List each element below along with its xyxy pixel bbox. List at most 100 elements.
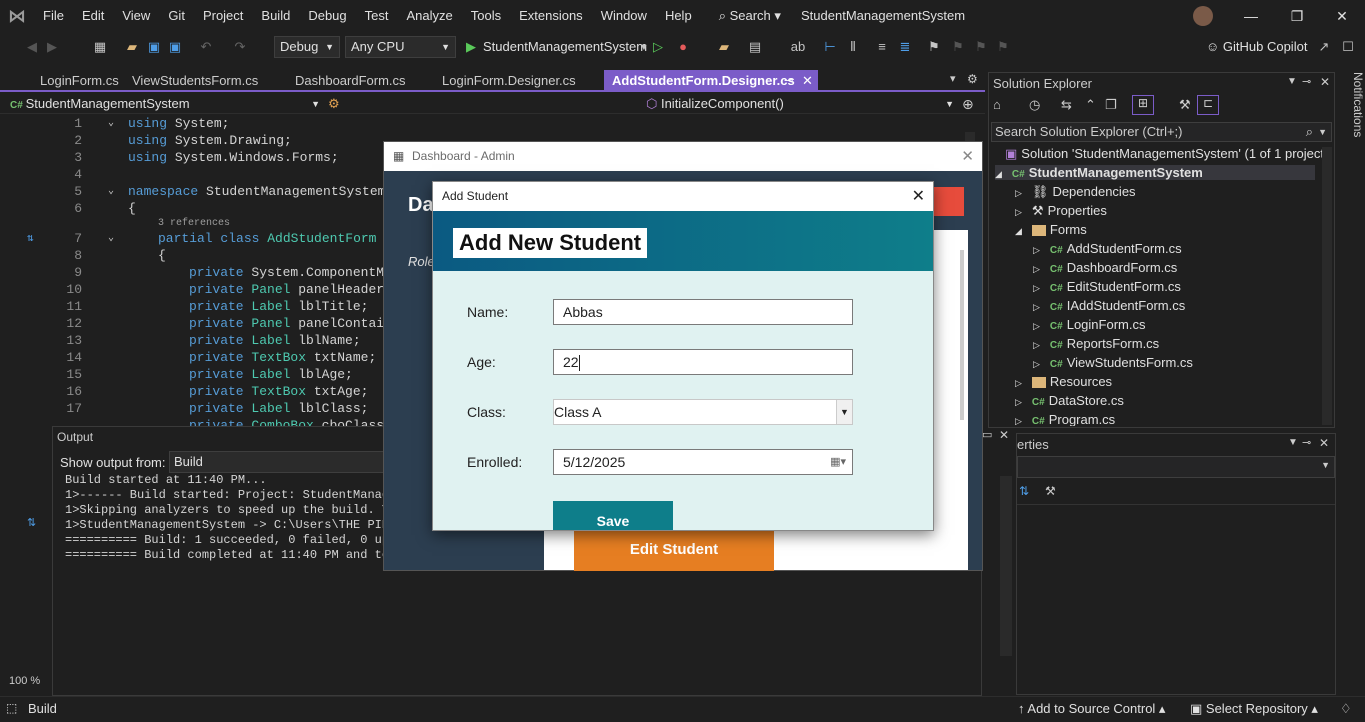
menu-analyze[interactable]: Analyze (397, 0, 461, 32)
zoom-level[interactable]: 100 % (9, 675, 40, 687)
configuration-select[interactable]: Debug ▼ (274, 36, 340, 58)
tree-file[interactable]: ▷ C# LoginForm.cs (1033, 317, 1145, 332)
menu-edit[interactable]: Edit (73, 0, 113, 32)
sort-icon[interactable]: ⇅ (1019, 484, 1029, 498)
redo-icon[interactable]: ↷ (232, 39, 248, 55)
close-icon[interactable]: ✕ (961, 142, 974, 171)
notifications-bell-icon[interactable]: ♢ (1340, 701, 1352, 717)
pin-icon[interactable]: ⊸ (1302, 436, 1311, 449)
menu-test[interactable]: Test (356, 0, 398, 32)
menu-view[interactable]: View (113, 0, 159, 32)
tab-dashboardform[interactable]: DashboardForm.cs (287, 70, 437, 92)
solution-search-input[interactable]: Search Solution Explorer (Ctrl+;) ⌕ ▼ (991, 122, 1332, 142)
history-icon[interactable]: ◷ (1029, 97, 1040, 113)
class-select[interactable]: Class A ▼ (553, 399, 853, 425)
tree-solution[interactable]: ▣ Solution 'StudentManagementSystem' (1 o… (1005, 146, 1328, 162)
folder-icon[interactable]: ▰ (716, 39, 732, 55)
gear-icon[interactable]: ⚙ (967, 72, 978, 86)
menu-git[interactable]: Git (159, 0, 194, 32)
tree-file[interactable]: ▷ C# ViewStudentsForm.cs (1033, 355, 1193, 370)
enrolled-date-picker[interactable]: 5/12/2025 ▦▾ (553, 449, 853, 475)
close-icon[interactable]: ✕ (999, 428, 1009, 442)
run-target-button[interactable]: StudentManagementSystem (483, 39, 647, 54)
pin-icon[interactable]: ⊸ (784, 70, 793, 92)
object-select[interactable]: ▼ (1017, 456, 1335, 478)
search-button[interactable]: ⌕ Search ▾ (719, 8, 781, 24)
undo-icon[interactable]: ↶ (198, 39, 214, 55)
menu-file[interactable]: File (34, 0, 73, 32)
tab-addstudentform-designer[interactable]: AddStudentForm.Designer.cs ⊸ ✕ (604, 70, 818, 92)
split-editor-icon[interactable]: ⊕ (962, 96, 974, 113)
notifications-tab[interactable]: Notifications (1340, 72, 1365, 152)
maximize-icon[interactable]: ▭ (982, 428, 992, 441)
type-navigator[interactable]: ⚙ StudentManagementSystem.Forms.AddStude… (328, 94, 638, 131)
close-icon[interactable]: ✕ (912, 182, 925, 211)
bookmark-icon[interactable]: ⚑ (926, 39, 942, 55)
home-icon[interactable]: ⌂ (993, 97, 1001, 112)
output-source-select[interactable]: Build (169, 451, 409, 473)
wrench-icon[interactable]: ⚒ (1045, 484, 1056, 498)
uncomment-icon[interactable]: ≣ (897, 39, 913, 55)
close-icon[interactable]: ✕ (1319, 436, 1329, 450)
tree-resources-folder[interactable]: ▷ Resources (1015, 374, 1112, 389)
next-bookmark-icon[interactable]: ⚑ (973, 39, 989, 55)
filter-icon[interactable]: ⊞ (1132, 95, 1154, 115)
edit-student-button[interactable]: Edit Student (574, 528, 774, 571)
project-navigator[interactable]: C# StudentManagementSystem ▼ (10, 94, 322, 114)
open-folder-icon[interactable]: ▰ (124, 39, 140, 55)
comment-icon[interactable]: ≡ (874, 39, 890, 55)
minimize-button[interactable]: — (1228, 0, 1274, 32)
explorer-scrollbar[interactable] (1322, 147, 1332, 425)
tab-loginform[interactable]: LoginForm.cs (32, 70, 126, 92)
tree-file[interactable]: ▷ C# DashboardForm.cs (1033, 260, 1177, 275)
property-grid[interactable] (1017, 504, 1335, 624)
tree-file[interactable]: ▷ C# Program.cs (1015, 412, 1115, 426)
menu-debug[interactable]: Debug (299, 0, 355, 32)
copy-icon[interactable]: ❐ (1105, 97, 1117, 113)
member-navigator[interactable]: ⬡ InitializeComponent() ▼ (646, 94, 956, 114)
layout-icon[interactable]: ▤ (747, 39, 763, 55)
tree-file[interactable]: ▷ C# AddStudentForm.cs (1033, 241, 1182, 256)
save-button[interactable]: Save (553, 501, 673, 530)
menu-build[interactable]: Build (252, 0, 299, 32)
menu-extensions[interactable]: Extensions (510, 0, 592, 32)
references-codelens[interactable]: 3 references (158, 218, 230, 229)
restore-button[interactable]: ❐ (1274, 0, 1320, 32)
name-field[interactable]: Abbas (553, 299, 853, 325)
menu-project[interactable]: Project (194, 0, 252, 32)
chevron-down-icon[interactable]: ▼ (1288, 437, 1298, 448)
share-icon[interactable]: ↗ (1316, 39, 1332, 55)
tree-file[interactable]: ▷ C# DataStore.cs (1015, 393, 1124, 408)
collapse-icon[interactable]: ⌄ (108, 232, 114, 244)
forward-icon[interactable]: ▶ (44, 39, 60, 55)
build-status[interactable]: Build (28, 701, 57, 716)
menu-window[interactable]: Window (592, 0, 656, 32)
close-icon[interactable]: ✕ (1320, 75, 1330, 89)
chevron-down-icon[interactable]: ▼ (1287, 76, 1297, 87)
save-icon[interactable]: ▣ (146, 39, 162, 55)
wrench-icon[interactable]: ⚒ (1179, 97, 1191, 113)
tree-project[interactable]: ◢ C# StudentManagementSystem (995, 165, 1315, 180)
tree-dependencies[interactable]: ▷ ⛓ Dependencies (1015, 184, 1136, 200)
tree-file[interactable]: ▷ C# IAddStudentForm.cs (1033, 298, 1185, 313)
clear-bookmarks-icon[interactable]: ⚑ (995, 39, 1011, 55)
select-repository-button[interactable]: ▣ Select Repository ▴ (1190, 701, 1318, 717)
align-icon[interactable]: ⊢ (822, 39, 838, 55)
tree-file[interactable]: ▷ C# EditStudentForm.cs (1033, 279, 1181, 294)
tree-properties[interactable]: ▷ ⚒ Properties (1015, 203, 1107, 219)
start-without-debug-icon[interactable]: ▷ (650, 39, 666, 55)
copilot-button[interactable]: ☺ GitHub Copilot (1206, 39, 1307, 54)
tree-forms-folder[interactable]: ◢ Forms (1015, 222, 1087, 237)
platform-select[interactable]: Any CPU ▼ (345, 36, 456, 58)
preview-icon[interactable]: ⊏ (1197, 95, 1219, 115)
source-control-button[interactable]: ↑ Add to Source Control ▴ (1018, 701, 1165, 717)
menu-help[interactable]: Help (656, 0, 701, 32)
spellcheck-icon[interactable]: ab (790, 39, 806, 55)
back-icon[interactable]: ◀ (24, 39, 40, 55)
sync-icon[interactable]: ⇆ (1061, 97, 1072, 113)
save-all-icon[interactable]: ▣ (167, 39, 183, 55)
collapse-icon[interactable]: ⌄ (108, 117, 114, 129)
tree-file[interactable]: ▷ C# ReportsForm.cs (1033, 336, 1159, 351)
start-debug-icon[interactable]: ▶ (463, 39, 479, 55)
hot-reload-icon[interactable]: ● (675, 39, 691, 55)
